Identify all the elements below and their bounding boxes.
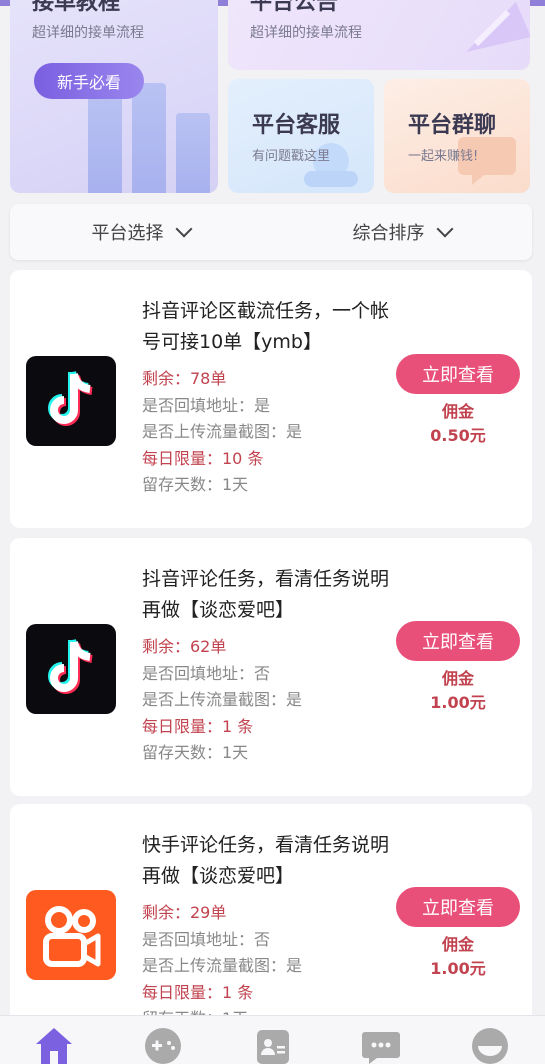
banner-service[interactable]: 平台客服 有问题戳这里 xyxy=(228,79,374,193)
banner-guide-title: 接单教程 xyxy=(32,0,121,15)
task-daily-limit: 每日限量：1 条 xyxy=(142,716,254,736)
task-screenshot: 是否上传流量截图：是 xyxy=(142,956,303,975)
app-screen: 接单教程 超详细的接单流程 新手必看 平台公告 超详细的接单流程 平台客服 有问… xyxy=(0,0,545,1064)
banner-guide-subtitle: 超详细的接单流程 xyxy=(32,25,144,41)
task-daily-limit: 每日限量：1 条 xyxy=(142,982,254,1002)
commission-value: 1.00元 xyxy=(430,693,486,712)
task-daily-limit: 每日限量：10 条 xyxy=(142,448,264,468)
commission-label: 佣金 xyxy=(441,669,474,688)
chevron-down-icon xyxy=(175,220,192,238)
platform-filter[interactable]: 平台选择 xyxy=(10,204,271,260)
filter-bar: 平台选择 综合排序 xyxy=(10,204,532,260)
task-remaining: 剩余：78单 xyxy=(142,369,227,388)
profile-card-icon[interactable] xyxy=(253,1024,293,1064)
douyin-logo-icon xyxy=(26,624,116,714)
task-screenshot: 是否上传流量截图：是 xyxy=(142,422,303,441)
banner-service-title: 平台客服 xyxy=(252,113,341,138)
task-title: 快手评论任务，看清任务说明再做【谈恋爱吧】 xyxy=(142,834,390,887)
sort-filter[interactable]: 综合排序 xyxy=(271,204,532,260)
chevron-down-icon xyxy=(436,220,453,238)
banner-group[interactable]: 平台群聊 一起来赚钱! xyxy=(384,79,530,193)
bottom-nav xyxy=(0,1015,545,1064)
view-now-button[interactable]: 立即查看 xyxy=(396,354,520,394)
task-backfill: 是否回填地址：是 xyxy=(142,395,271,415)
task-info: 剩余：78单 是否回填地址：是 是否上传流量截图：是 每日限量：10 条 留存天… xyxy=(142,366,302,499)
commission: 佣金 0.50元 xyxy=(396,400,520,448)
task-title: 抖音评论任务，看清任务说明再做【谈恋爱吧】 xyxy=(142,568,390,621)
view-now-button[interactable]: 立即查看 xyxy=(396,887,520,927)
banner-group-title: 平台群聊 xyxy=(408,113,497,138)
newbie-guide-button[interactable]: 新手必看 xyxy=(34,63,144,99)
commission: 佣金 1.00元 xyxy=(396,667,520,715)
task-title: 抖音评论区截流任务，一个帐号可接10单【ymb】 xyxy=(142,300,390,353)
sort-filter-label: 综合排序 xyxy=(352,223,425,244)
task-card[interactable]: 抖音评论任务，看清任务说明再做【谈恋爱吧】 剩余：62单 是否回填地址：否 是否… xyxy=(10,538,532,796)
banner-notice-subtitle: 超详细的接单流程 xyxy=(250,25,362,41)
douyin-logo-icon xyxy=(26,356,116,446)
task-backfill: 是否回填地址：否 xyxy=(142,663,271,683)
task-retention: 留存天数：1天 xyxy=(142,475,249,494)
task-screenshot: 是否上传流量截图：是 xyxy=(142,690,303,709)
commission-label: 佣金 xyxy=(441,935,474,954)
banner-notice-title: 平台公告 xyxy=(250,0,339,15)
view-now-button[interactable]: 立即查看 xyxy=(396,621,520,661)
banner-notice[interactable]: 平台公告 超详细的接单流程 xyxy=(228,0,530,70)
commission: 佣金 1.00元 xyxy=(396,933,520,981)
task-info: 剩余：62单 是否回填地址：否 是否上传流量截图：是 每日限量：1 条 留存天数… xyxy=(142,634,302,767)
task-remaining: 剩余：29单 xyxy=(142,903,227,922)
megaphone-icon xyxy=(466,2,530,52)
home-icon[interactable] xyxy=(34,1024,74,1064)
task-info: 剩余：29单 是否回填地址：否 是否上传流量截图：是 每日限量：1 条 留存天数… xyxy=(142,900,302,1033)
kuaishou-logo-icon xyxy=(26,890,116,980)
task-card[interactable]: 快手评论任务，看清任务说明再做【谈恋爱吧】 剩余：29单 是否回填地址：否 是否… xyxy=(10,804,532,1034)
task-retention: 留存天数：1天 xyxy=(142,743,249,762)
banner-service-subtitle: 有问题戳这里 xyxy=(252,149,331,164)
user-icon[interactable] xyxy=(470,1024,510,1064)
task-backfill: 是否回填地址：否 xyxy=(142,929,271,949)
banner-guide[interactable]: 接单教程 超详细的接单流程 新手必看 xyxy=(10,0,218,193)
platform-filter-label: 平台选择 xyxy=(91,223,164,244)
commission-value: 1.00元 xyxy=(430,959,486,978)
gamepad-icon[interactable] xyxy=(143,1024,183,1064)
commission-value: 0.50元 xyxy=(430,426,486,445)
task-remaining: 剩余：62单 xyxy=(142,637,227,656)
task-card[interactable]: 抖音评论区截流任务，一个帐号可接10单【ymb】 剩余：78单 是否回填地址：是… xyxy=(10,270,532,528)
banner-group-subtitle: 一起来赚钱! xyxy=(408,149,479,164)
chat-icon[interactable] xyxy=(361,1024,401,1064)
commission-label: 佣金 xyxy=(441,402,474,421)
